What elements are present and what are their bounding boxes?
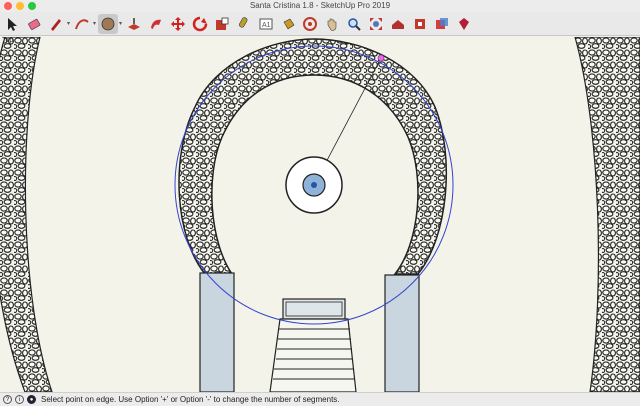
main-toolbar: ▾ ▾ ▾ A1 — [0, 12, 640, 36]
eraser-icon — [28, 18, 41, 30]
tape-measure-tool[interactable] — [234, 14, 254, 34]
magnifier-icon — [348, 17, 361, 31]
zoom-tool[interactable] — [344, 14, 364, 34]
geolocation-icon[interactable]: ? — [3, 395, 12, 404]
line-tool[interactable] — [46, 14, 66, 34]
title-bar: Santa Cristina 1.8 - SketchUp Pro 2019 — [0, 0, 640, 12]
drawing-viewport[interactable]: Top — [0, 37, 640, 392]
pan-tool[interactable] — [322, 14, 342, 34]
chevron-down-icon[interactable]: ▾ — [67, 20, 70, 27]
layout-tool[interactable] — [432, 14, 452, 34]
warehouse-icon — [392, 19, 405, 29]
follow-me-icon — [151, 19, 162, 29]
rotate-tool[interactable] — [190, 14, 210, 34]
outer-wall-right — [574, 37, 640, 392]
arc-tool[interactable] — [72, 14, 92, 34]
move-icon — [171, 16, 186, 31]
arrow-icon — [8, 17, 17, 31]
push-pull-tool[interactable] — [124, 14, 144, 34]
zoom-extents-tool[interactable] — [366, 14, 386, 34]
chevron-down-icon[interactable]: ▾ — [119, 20, 122, 27]
status-message: Select point on edge. Use Option '+' or … — [41, 395, 340, 404]
extension-icon — [415, 18, 426, 29]
orbit-icon — [303, 16, 318, 31]
text-icon: A1 — [259, 18, 273, 29]
paint-bucket-tool[interactable] — [278, 14, 298, 34]
orbit-tool[interactable] — [300, 14, 320, 34]
eraser-tool[interactable] — [24, 14, 44, 34]
scene-label: Top — [2, 37, 14, 44]
scale-icon — [216, 17, 229, 30]
rotate-icon — [192, 16, 208, 31]
status-bar: ? i ● Select point on edge. Use Option '… — [0, 392, 640, 406]
chevron-down-icon[interactable]: ▾ — [93, 20, 96, 27]
extension-warehouse-tool[interactable] — [410, 14, 430, 34]
shapes-tool[interactable] — [98, 13, 119, 34]
move-tool[interactable] — [168, 14, 188, 34]
text-tool[interactable]: A1 — [256, 14, 276, 34]
pencil-icon — [51, 18, 61, 31]
window-title: Santa Cristina 1.8 - SketchUp Pro 2019 — [249, 1, 391, 10]
gem-icon — [459, 17, 470, 30]
hand-icon — [327, 18, 337, 31]
scale-tool[interactable] — [212, 14, 232, 34]
layout-icon — [436, 17, 449, 29]
stairs — [269, 318, 357, 392]
follow-me-tool[interactable] — [146, 14, 166, 34]
push-pull-icon — [128, 17, 141, 30]
user-icon[interactable]: ● — [27, 395, 36, 404]
endpoint-marker — [377, 54, 385, 62]
tape-measure-icon — [239, 16, 248, 28]
arc-icon — [75, 18, 89, 29]
warehouse-tool[interactable] — [388, 14, 408, 34]
select-tool[interactable] — [2, 14, 22, 34]
circle-icon — [101, 17, 115, 30]
model-drawing[interactable] — [0, 37, 640, 392]
info-icon[interactable]: i — [15, 395, 24, 404]
paint-bucket-icon — [283, 18, 295, 29]
zoom-extents-icon — [370, 17, 383, 30]
extension-manager-tool[interactable] — [454, 14, 474, 34]
left-pillar — [199, 272, 235, 392]
outer-wall-left — [0, 37, 53, 392]
svg-text:A1: A1 — [262, 22, 271, 29]
